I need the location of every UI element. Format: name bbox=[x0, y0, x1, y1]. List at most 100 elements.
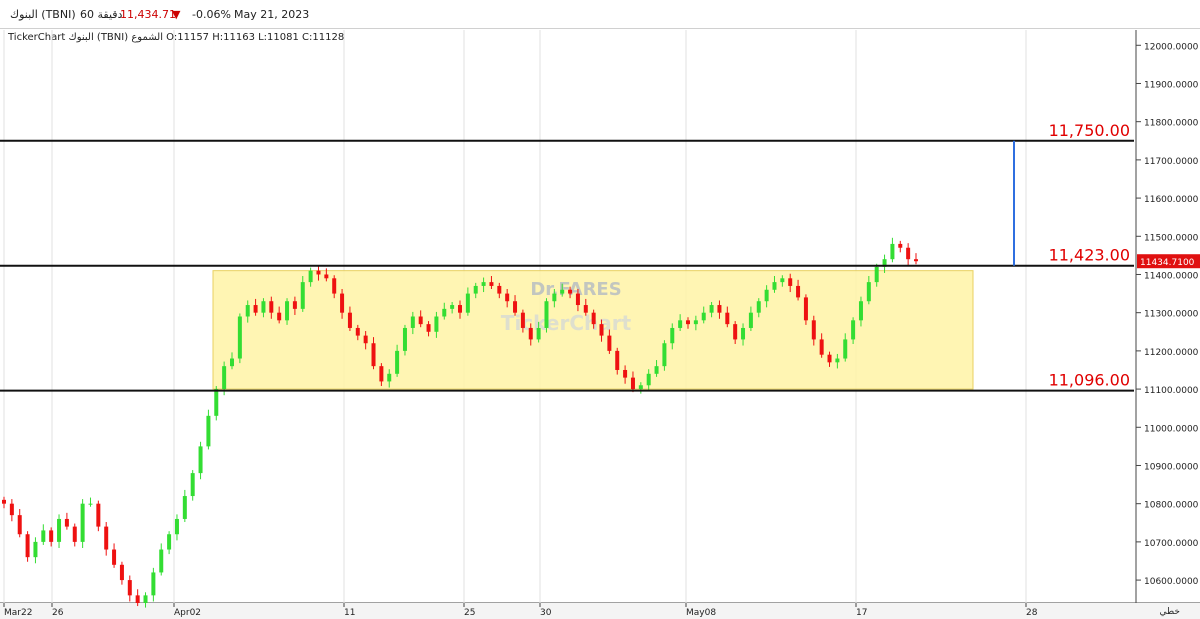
candle-body bbox=[796, 285, 801, 298]
candle-body bbox=[379, 366, 384, 382]
candle-body bbox=[261, 301, 266, 313]
chart-type-toggle[interactable]: خطي bbox=[1160, 607, 1180, 617]
y-tick-label: 10600.0000 bbox=[1144, 577, 1199, 587]
candle-body bbox=[748, 312, 753, 328]
candle-body bbox=[890, 243, 895, 260]
candle-body bbox=[371, 343, 376, 367]
candle-body bbox=[104, 526, 109, 550]
candle-body bbox=[536, 327, 541, 340]
y-tick-label: 11900.0000 bbox=[1144, 80, 1199, 90]
candlestick-chart[interactable]: 12000.0000 11900.0000 11800.0000 11700.0000… bbox=[0, 0, 1200, 619]
candle-body bbox=[277, 312, 282, 321]
y-tick-label: 11200.0000 bbox=[1144, 348, 1199, 358]
candle-body bbox=[57, 518, 62, 542]
candle-body bbox=[607, 335, 612, 351]
candle-body bbox=[693, 320, 698, 325]
candle-body bbox=[355, 327, 360, 336]
candle-body bbox=[418, 316, 423, 325]
candle-body bbox=[434, 316, 439, 332]
candle-body bbox=[347, 312, 352, 328]
candle-body bbox=[843, 339, 848, 359]
x-tick-label: 30 bbox=[540, 608, 552, 618]
candle-body bbox=[151, 572, 156, 596]
candle-body bbox=[599, 324, 604, 336]
candle-body bbox=[670, 327, 675, 344]
candle-body bbox=[324, 274, 329, 279]
candle-body bbox=[465, 293, 470, 313]
candle-body bbox=[332, 278, 337, 294]
candle-body bbox=[489, 282, 494, 286]
y-tick-label: 10900.0000 bbox=[1144, 462, 1199, 472]
candle-body bbox=[772, 282, 777, 290]
candle-body bbox=[143, 595, 148, 603]
x-tick-label: 17 bbox=[856, 608, 867, 618]
candle-body bbox=[788, 278, 793, 286]
candle-body bbox=[709, 305, 714, 313]
candle-body bbox=[544, 301, 549, 328]
candle-body bbox=[646, 373, 651, 386]
candle-body bbox=[898, 243, 903, 248]
candle-body bbox=[64, 518, 69, 527]
candle-body bbox=[458, 305, 462, 313]
candle-body bbox=[410, 316, 415, 328]
x-tick-label: 11 bbox=[344, 608, 355, 618]
candle-body bbox=[135, 595, 140, 603]
candle-body bbox=[316, 270, 321, 275]
y-tick-label: 11100.0000 bbox=[1144, 386, 1199, 396]
candle-body bbox=[308, 270, 313, 283]
y-tick-label: 11400.0000 bbox=[1144, 271, 1199, 281]
candle-body bbox=[741, 327, 746, 340]
y-tick-label: 10800.0000 bbox=[1144, 501, 1199, 511]
candle-body bbox=[497, 285, 502, 294]
candle-body bbox=[764, 289, 769, 302]
candle-body bbox=[914, 259, 918, 262]
y-tick-label: 12000.0000 bbox=[1144, 42, 1199, 52]
candle-body bbox=[119, 564, 124, 581]
level-label: 11,750.00 bbox=[1049, 121, 1130, 140]
candle-body bbox=[874, 266, 879, 283]
candle-body bbox=[292, 301, 297, 309]
candle-body bbox=[733, 324, 738, 340]
candle-body bbox=[450, 305, 455, 309]
candle-body bbox=[222, 366, 227, 390]
level-label: 11,096.00 bbox=[1049, 371, 1130, 390]
watermark-brand: TickerChart bbox=[501, 311, 632, 335]
candle-body bbox=[127, 580, 132, 596]
candle-body bbox=[623, 369, 628, 378]
candle-body bbox=[906, 247, 911, 260]
candle-body bbox=[182, 496, 187, 519]
candle-body bbox=[387, 373, 392, 382]
level-label: 11,423.00 bbox=[1049, 246, 1130, 265]
candle-body bbox=[25, 534, 30, 558]
y-tick-label: 11800.0000 bbox=[1144, 119, 1199, 129]
x-tick-label: Apr02 bbox=[174, 608, 201, 618]
candle-body bbox=[285, 301, 290, 321]
candle-body bbox=[583, 305, 588, 313]
candle-body bbox=[473, 285, 478, 294]
candle-body bbox=[835, 358, 840, 363]
candle-body bbox=[575, 293, 580, 306]
candle-body bbox=[827, 354, 832, 363]
candle-body bbox=[780, 278, 785, 283]
candle-body bbox=[756, 301, 761, 313]
candle-body bbox=[442, 308, 447, 317]
y-tick-label: 11000.0000 bbox=[1144, 424, 1199, 434]
candle-body bbox=[678, 320, 683, 328]
candle-body bbox=[49, 530, 54, 542]
candle-body bbox=[9, 503, 14, 516]
candle-body bbox=[803, 297, 808, 321]
y-tick-label: 11300.0000 bbox=[1144, 310, 1199, 320]
candle-body bbox=[72, 526, 77, 542]
candle-body bbox=[230, 358, 234, 367]
candle-body bbox=[80, 503, 85, 542]
candle-body bbox=[2, 499, 6, 504]
candle-body bbox=[237, 316, 242, 359]
x-tick-label: 26 bbox=[52, 608, 64, 618]
y-tick-label: 10700.0000 bbox=[1144, 539, 1199, 549]
y-tick-label: 11700.0000 bbox=[1144, 157, 1199, 167]
candle-body bbox=[520, 312, 525, 328]
candle-body bbox=[717, 305, 722, 313]
candle-body bbox=[858, 301, 863, 321]
candle-body bbox=[811, 320, 816, 340]
x-tick-label: 25 bbox=[464, 608, 475, 618]
